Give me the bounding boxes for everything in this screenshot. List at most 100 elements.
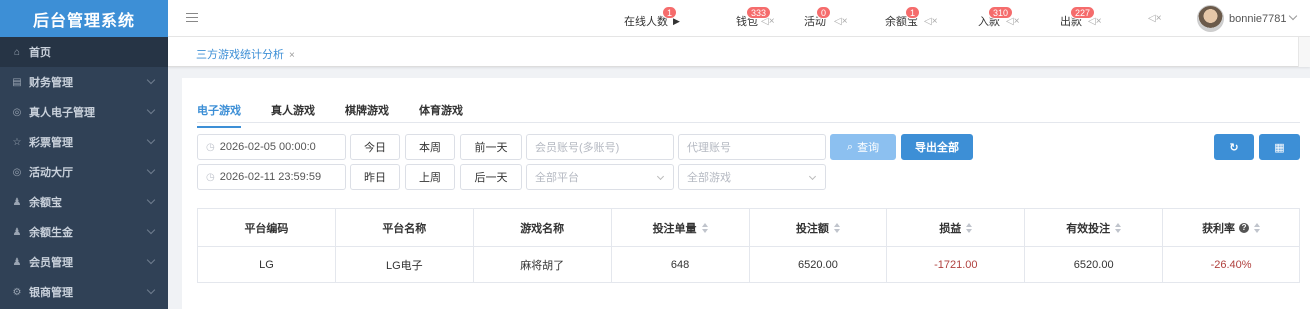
- mute-icon[interactable]: ◁×: [834, 16, 848, 27]
- activity-badge: 0: [816, 6, 832, 19]
- sidebar-item-label: 余额生金: [29, 227, 73, 239]
- refresh-button[interactable]: ↻: [1214, 134, 1254, 160]
- cell-profit-rate: -26.40%: [1163, 247, 1300, 283]
- chevron-down-icon: [146, 75, 156, 85]
- export-all-button[interactable]: 导出全部: [901, 134, 973, 160]
- grid-view-button[interactable]: ▦: [1259, 134, 1300, 160]
- chevron-down-icon: [146, 195, 156, 205]
- yuebao-indicator[interactable]: 余额宝 1 ◁×: [885, 6, 938, 29]
- stats-table: 平台编码 平台名称 游戏名称 投注单量 投注额 损益 有效投注 获利率? LG …: [197, 208, 1300, 283]
- sort-icon[interactable]: [833, 222, 840, 233]
- help-icon[interactable]: ?: [1239, 222, 1250, 233]
- activity-indicator[interactable]: 活动 0 ◁×: [804, 6, 848, 29]
- tab-slot-games[interactable]: 电子游戏: [197, 102, 241, 128]
- refresh-icon: ↻: [1229, 141, 1239, 154]
- menu-toggle-icon[interactable]: [186, 13, 198, 25]
- top-header: 在线人数 1 ▶ 钱包 333 ◁× 活动 0 ◁× 余额宝 1 ◁× 入款 3…: [168, 0, 1310, 37]
- sort-icon[interactable]: [1115, 222, 1122, 233]
- end-time-picker[interactable]: ◷ 2026-02-11 23:59:59: [197, 164, 346, 190]
- sidebar-item-member[interactable]: ♟ 会员管理: [0, 247, 168, 277]
- withdraw-indicator[interactable]: 出款 227 ◁×: [1060, 6, 1102, 29]
- tab-live-games[interactable]: 真人游戏: [271, 102, 315, 128]
- clock-icon: ◷: [206, 141, 215, 153]
- today-button[interactable]: 今日: [350, 134, 400, 160]
- sidebar-item-label: 真人电子管理: [29, 107, 95, 119]
- sort-icon[interactable]: [1254, 222, 1261, 233]
- wallet-badge: 333: [746, 6, 772, 19]
- sidebar-item-activity[interactable]: ◎ 活动大厅: [0, 157, 168, 187]
- col-platform-name: 平台名称: [335, 209, 474, 247]
- cell-game-name: 麻将胡了: [473, 247, 612, 283]
- online-badge: 1: [662, 6, 678, 19]
- sidebar: 后台管理系统 ⌂ 首页 ▤ 财务管理 ◎ 真人电子管理 ☆ 彩票管理 ◎ 活动大…: [0, 0, 168, 309]
- chevron-down-icon: [146, 225, 156, 235]
- lottery-icon: ☆: [12, 136, 22, 148]
- search-button[interactable]: ⌕ 查询: [830, 134, 896, 160]
- sidebar-item-finance[interactable]: ▤ 财务管理: [0, 67, 168, 97]
- yesterday-button[interactable]: 昨日: [350, 164, 400, 190]
- tag-active[interactable]: 三方游戏统计分析 ×: [196, 46, 295, 62]
- tags-bar: 三方游戏统计分析 ×: [168, 37, 1310, 67]
- cell-valid-bet: 6520.00: [1025, 247, 1164, 283]
- this-week-button[interactable]: 本周: [405, 134, 455, 160]
- sidebar-item-bank[interactable]: ⚙ 银商管理: [0, 277, 168, 307]
- sidebar-item-yuebao[interactable]: ♟ 余额宝: [0, 187, 168, 217]
- online-users-indicator[interactable]: 在线人数 1 ▶: [624, 6, 680, 29]
- tab-divider: [197, 122, 1300, 123]
- clock-icon: ◷: [206, 171, 215, 183]
- mute-icon[interactable]: ◁×: [924, 16, 938, 27]
- wallet-indicator[interactable]: 钱包 333 ◁×: [736, 6, 775, 29]
- yuebao-icon: ♟: [12, 196, 22, 208]
- col-profit-rate[interactable]: 获利率?: [1163, 209, 1300, 247]
- agent-account-input[interactable]: 代理账号: [678, 134, 826, 160]
- grid-icon: ▦: [1274, 141, 1285, 154]
- deposit-indicator[interactable]: 入款 310 ◁×: [978, 6, 1020, 29]
- sort-icon[interactable]: [966, 222, 973, 233]
- yuesheng-icon: ♟: [12, 226, 22, 238]
- sidebar-item-label: 活动大厅: [29, 167, 73, 179]
- platform-select[interactable]: 全部平台: [526, 164, 674, 190]
- cell-bet-count: 648: [611, 247, 750, 283]
- tab-card-games[interactable]: 棋牌游戏: [345, 102, 389, 128]
- sidebar-item-yuesheng[interactable]: ♟ 余额生金: [0, 217, 168, 247]
- sidebar-item-label: 银商管理: [29, 287, 73, 299]
- scroll-handle[interactable]: [1298, 37, 1310, 67]
- app-title: 后台管理系统: [0, 0, 168, 37]
- start-time-picker[interactable]: ◷ 2026-02-05 00:00:0: [197, 134, 346, 160]
- close-icon[interactable]: ×: [289, 50, 295, 61]
- search-icon: ⌕: [846, 140, 854, 153]
- last-week-button[interactable]: 上周: [405, 164, 455, 190]
- sidebar-item-label: 彩票管理: [29, 137, 73, 149]
- withdraw-badge: 227: [1070, 6, 1096, 19]
- sidebar-item-lottery[interactable]: ☆ 彩票管理: [0, 127, 168, 157]
- member-account-input[interactable]: 会员账号(多账号): [526, 134, 674, 160]
- chevron-down-icon: [146, 255, 156, 265]
- yuebao-badge: 1: [905, 6, 921, 19]
- sidebar-item-home[interactable]: ⌂ 首页: [0, 37, 168, 67]
- live-game-icon: ◎: [12, 106, 22, 118]
- chevron-down-icon: [656, 172, 665, 181]
- chevron-down-icon[interactable]: [1288, 11, 1298, 21]
- avatar[interactable]: [1197, 5, 1224, 32]
- col-profit-loss[interactable]: 损益: [887, 209, 1026, 247]
- col-bet-count[interactable]: 投注单量: [611, 209, 750, 247]
- sidebar-item-label: 首页: [29, 47, 51, 59]
- col-platform-code: 平台编码: [198, 209, 336, 247]
- deposit-badge: 310: [988, 6, 1014, 19]
- col-bet-amount[interactable]: 投注额: [749, 209, 888, 247]
- tab-sports-games[interactable]: 体育游戏: [419, 102, 463, 128]
- sidebar-item-live-game[interactable]: ◎ 真人电子管理: [0, 97, 168, 127]
- mute-all-icon[interactable]: ◁×: [1145, 13, 1162, 24]
- chevron-down-icon: [146, 165, 156, 175]
- col-valid-bet[interactable]: 有效投注: [1025, 209, 1164, 247]
- game-tabs: 电子游戏 真人游戏 棋牌游戏 体育游戏: [197, 102, 493, 128]
- chevron-down-icon: [146, 285, 156, 295]
- finance-icon: ▤: [12, 76, 22, 88]
- next-day-button[interactable]: 后一天: [460, 164, 522, 190]
- chevron-down-icon: [808, 172, 817, 181]
- cell-profit-loss: -1721.00: [887, 247, 1026, 283]
- username[interactable]: bonnie7781: [1229, 13, 1287, 25]
- prev-day-button[interactable]: 前一天: [460, 134, 522, 160]
- game-select[interactable]: 全部游戏: [678, 164, 826, 190]
- sort-icon[interactable]: [701, 222, 708, 233]
